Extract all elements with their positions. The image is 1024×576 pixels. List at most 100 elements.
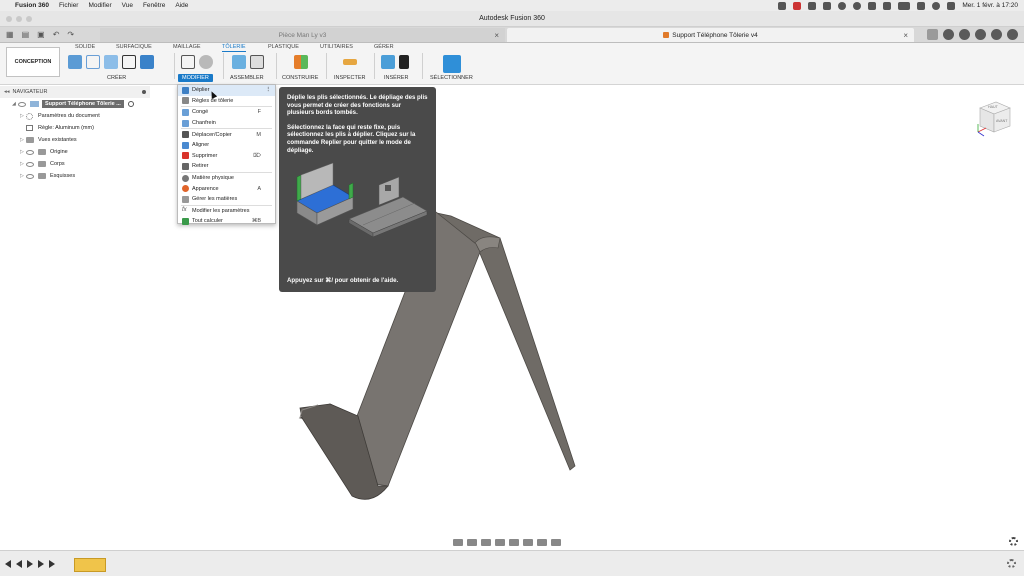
account-icon[interactable] [1007, 29, 1018, 40]
select-icon[interactable] [443, 55, 461, 73]
eye-icon[interactable] [26, 149, 34, 155]
status-icon[interactable] [853, 1, 862, 10]
extensions-icon[interactable] [943, 29, 954, 40]
menu-app-name[interactable]: Fusion 360 [15, 2, 49, 9]
menu-item-retirer[interactable]: Retirer [178, 161, 275, 172]
bluetooth-icon[interactable] [883, 1, 892, 10]
clock-text[interactable]: Mer. 1 févr. à 17:20 [962, 2, 1018, 9]
nav-item-origine[interactable]: ▷ Origine [0, 146, 150, 158]
zoom-icon[interactable] [495, 538, 505, 546]
menu-item-apparence[interactable]: Apparence A [178, 183, 275, 194]
nav-item-esquisses[interactable]: ▷ Esquisses [0, 170, 150, 182]
tab-surfacique[interactable]: SURFACIQUE [116, 44, 152, 50]
volume-icon[interactable] [868, 1, 877, 10]
pan-icon[interactable] [481, 538, 491, 546]
joint-icon[interactable] [250, 55, 264, 69]
new-component-icon[interactable] [68, 55, 82, 69]
display-settings-icon[interactable] [523, 538, 533, 546]
group-construire[interactable]: CONSTRUIRE [282, 75, 318, 81]
insert-mcmaster-icon[interactable] [399, 55, 409, 69]
grid-settings-icon[interactable] [537, 538, 547, 546]
menu-item-deplier[interactable]: Déplier ⋮ [178, 85, 275, 96]
bend-icon[interactable] [122, 55, 136, 69]
measure-icon[interactable] [343, 59, 357, 65]
menu-item-regles-tolerie[interactable]: Règles de tôlerie [178, 96, 275, 107]
nav-root-component[interactable]: ◢ Support Téléphone Tôlerie ... [0, 98, 150, 110]
tab-maillage[interactable]: MAILLAGE [173, 44, 201, 50]
menu-item-chanfrein[interactable]: Chanfrein [178, 118, 275, 129]
menu-item-matiere-physique[interactable]: Matière physique [178, 173, 275, 184]
activate-radio-icon[interactable] [127, 101, 134, 107]
fillet-icon[interactable] [199, 55, 213, 69]
close-tab-icon[interactable]: × [494, 31, 499, 40]
eye-icon[interactable] [18, 101, 26, 107]
group-assembler[interactable]: ASSEMBLER [230, 75, 264, 81]
tab-tolerie[interactable]: TÔLERIE [222, 44, 246, 52]
navigator-pin-icon[interactable] [142, 90, 146, 94]
menu-item-modifier-parametres[interactable]: fx Modifier les paramètres [178, 206, 275, 217]
gear-icon[interactable] [1007, 559, 1016, 568]
workspace-switcher[interactable]: CONCEPTION [6, 47, 60, 77]
tab-piece-man-ly[interactable]: Pièce Man Ly v3 × [100, 28, 505, 42]
search-icon[interactable] [932, 1, 941, 10]
close-tab-icon[interactable]: × [903, 31, 908, 40]
save-icon[interactable]: ▣ [37, 30, 45, 39]
collapse-icon[interactable]: ◂◂ [4, 89, 10, 95]
flange-icon[interactable] [104, 55, 118, 69]
navigator-header[interactable]: ◂◂ NAVIGATEUR [0, 86, 150, 98]
orbit-icon[interactable] [453, 538, 463, 546]
new-component-icon[interactable] [232, 55, 246, 69]
group-inserer[interactable]: INSÉRER [384, 75, 408, 81]
file-icon[interactable]: ▤ [22, 30, 30, 39]
menu-item-aligner[interactable]: Aligner [178, 140, 275, 151]
viewcube-top-label[interactable]: HAUT [988, 105, 999, 109]
menu-item-deplacer-copier[interactable]: Déplacer/Copier M [178, 129, 275, 140]
nav-item-corps[interactable]: ▷ Corps [0, 158, 150, 170]
status-icon[interactable] [808, 1, 817, 10]
insert-image-icon[interactable] [381, 55, 395, 69]
press-pull-icon[interactable] [181, 55, 195, 69]
notifications-icon[interactable] [975, 29, 986, 40]
eye-icon[interactable] [26, 161, 34, 167]
fit-icon[interactable] [509, 538, 519, 546]
look-at-icon[interactable] [467, 538, 477, 546]
minimize-window-button[interactable] [16, 16, 22, 22]
group-creer[interactable]: CRÉER [107, 75, 126, 81]
gear-icon[interactable] [1009, 537, 1018, 546]
tab-plastique[interactable]: PLASTIQUE [268, 44, 299, 50]
nav-item-regle[interactable]: Règle: Aluminum (mm) [0, 122, 150, 134]
job-status-icon[interactable] [959, 29, 970, 40]
timeline-feature[interactable] [74, 558, 106, 572]
step-back-icon[interactable] [16, 560, 22, 568]
offset-plane-icon[interactable] [294, 55, 308, 69]
group-modifier[interactable]: MODIFIER [178, 74, 213, 82]
new-tab-icon[interactable] [927, 29, 938, 40]
nav-item-vues[interactable]: ▷ Vues existantes [0, 134, 150, 146]
go-to-end-icon[interactable] [49, 560, 55, 568]
nav-item-parametres[interactable]: ▷ Paramètres du document [0, 110, 150, 122]
status-icon[interactable] [778, 1, 787, 10]
menu-fichier[interactable]: Fichier [59, 2, 79, 9]
status-icon[interactable] [823, 1, 832, 10]
menu-item-tout-calculer[interactable]: Tout calculer ⌘B [178, 216, 275, 227]
menu-item-gerer-matieres[interactable]: Gérer les matières [178, 194, 275, 205]
menu-fenetre[interactable]: Fenêtre [143, 2, 165, 9]
view-cube[interactable]: HAUT AVANT [974, 98, 1014, 138]
3d-viewport[interactable] [0, 86, 1024, 548]
eye-icon[interactable] [26, 173, 34, 179]
viewports-icon[interactable] [551, 538, 561, 546]
sketch-icon[interactable] [86, 55, 100, 69]
more-options-icon[interactable]: ⋮ [266, 87, 272, 93]
wifi-icon[interactable] [917, 1, 926, 10]
go-to-start-icon[interactable] [5, 560, 11, 568]
undo-icon[interactable]: ↶ [53, 30, 60, 39]
viewcube-front-label[interactable]: AVANT [996, 119, 1008, 123]
menu-item-conge[interactable]: Congé F [178, 107, 275, 118]
grid-menu-icon[interactable]: ▦ [6, 30, 14, 39]
help-icon[interactable] [991, 29, 1002, 40]
redo-icon[interactable]: ↷ [67, 30, 74, 39]
menu-aide[interactable]: Aide [175, 2, 188, 9]
menu-item-supprimer[interactable]: Supprimer ⌦ [178, 151, 275, 162]
tab-support-telephone[interactable]: Support Téléphone Tôlerie v4 × [507, 28, 914, 42]
tab-utilitaires[interactable]: UTILITAIRES [320, 44, 353, 50]
